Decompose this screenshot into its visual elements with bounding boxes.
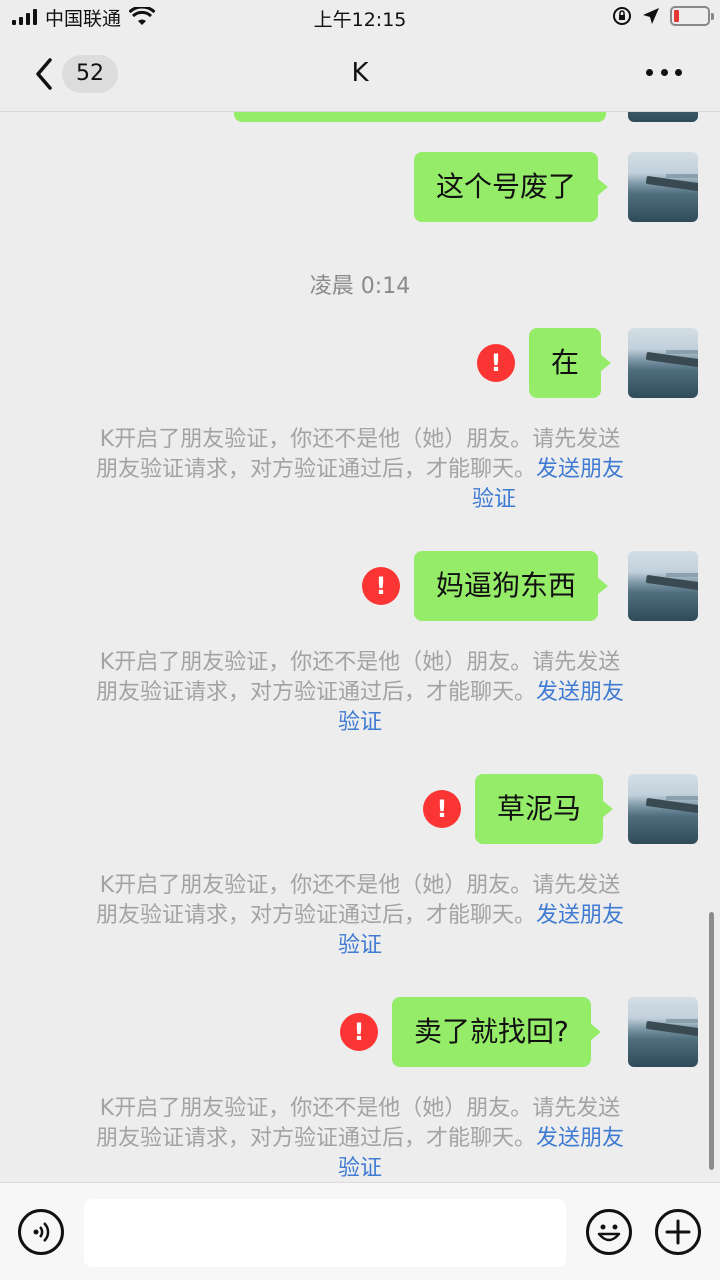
- message-bubble[interactable]: 卖了就找回?: [392, 997, 601, 1067]
- message-bubble[interactable]: 这个号废了: [414, 152, 609, 222]
- scrollbar[interactable]: [709, 912, 714, 1170]
- avatar[interactable]: [628, 997, 698, 1067]
- more-icon[interactable]: [646, 66, 682, 78]
- location-icon: [643, 8, 659, 24]
- system-notice: K开启了朋友验证，你还不是他（她）朋友。请先发送 朋友验证请求，对方验证通过后，…: [64, 425, 656, 515]
- message-bubble[interactable]: 草泥马: [475, 774, 614, 844]
- avatar[interactable]: [628, 152, 698, 222]
- send-verification-link[interactable]: 验证: [64, 1154, 656, 1182]
- send-failed-icon[interactable]: !: [340, 1013, 378, 1051]
- send-verification-link[interactable]: 验证: [64, 708, 656, 738]
- orientation-lock-icon: [613, 7, 631, 25]
- message-bubble[interactable]: 妈逼狗东西: [414, 551, 609, 621]
- send-failed-icon[interactable]: !: [477, 344, 515, 382]
- send-verification-link[interactable]: 验证: [64, 485, 656, 515]
- message-bubble[interactable]: 在: [529, 328, 612, 398]
- avatar[interactable]: [628, 328, 698, 398]
- message-timestamp: 凌晨 0:14: [309, 274, 411, 299]
- send-verification-link[interactable]: 发送朋友: [536, 1126, 624, 1151]
- send-failed-icon[interactable]: !: [423, 790, 461, 828]
- input-bar: [0, 1182, 720, 1280]
- send-verification-link[interactable]: 发送朋友: [536, 903, 624, 928]
- battery-icon: [670, 6, 714, 26]
- send-verification-link[interactable]: 发送朋友: [536, 457, 624, 482]
- message-input[interactable]: [84, 1199, 566, 1267]
- emoji-icon[interactable]: [586, 1209, 632, 1255]
- voice-icon[interactable]: [18, 1209, 64, 1255]
- plus-icon[interactable]: [655, 1209, 701, 1255]
- system-notice: K开启了朋友验证，你还不是他（她）朋友。请先发送 朋友验证请求，对方验证通过后，…: [64, 1094, 656, 1182]
- send-verification-link[interactable]: 验证: [64, 931, 656, 961]
- status-bar: 中国联通 上午12:15: [0, 0, 720, 36]
- chat-title: K: [351, 58, 369, 88]
- avatar[interactable]: [628, 774, 698, 844]
- system-notice: K开启了朋友验证，你还不是他（她）朋友。请先发送 朋友验证请求，对方验证通过后，…: [64, 871, 656, 961]
- chat-area[interactable]: 这个号废了 凌晨 0:14 ! 在 K开启了朋友验证，你还不是他（她）朋友。请先…: [0, 112, 720, 1182]
- avatar[interactable]: [628, 551, 698, 621]
- avatar[interactable]: [628, 112, 698, 122]
- nav-bar: 52 K: [0, 36, 720, 112]
- previous-message-bubble[interactable]: [234, 112, 606, 122]
- send-verification-link[interactable]: 发送朋友: [536, 680, 624, 705]
- system-notice: K开启了朋友验证，你还不是他（她）朋友。请先发送 朋友验证请求，对方验证通过后，…: [64, 648, 656, 738]
- send-failed-icon[interactable]: !: [362, 567, 400, 605]
